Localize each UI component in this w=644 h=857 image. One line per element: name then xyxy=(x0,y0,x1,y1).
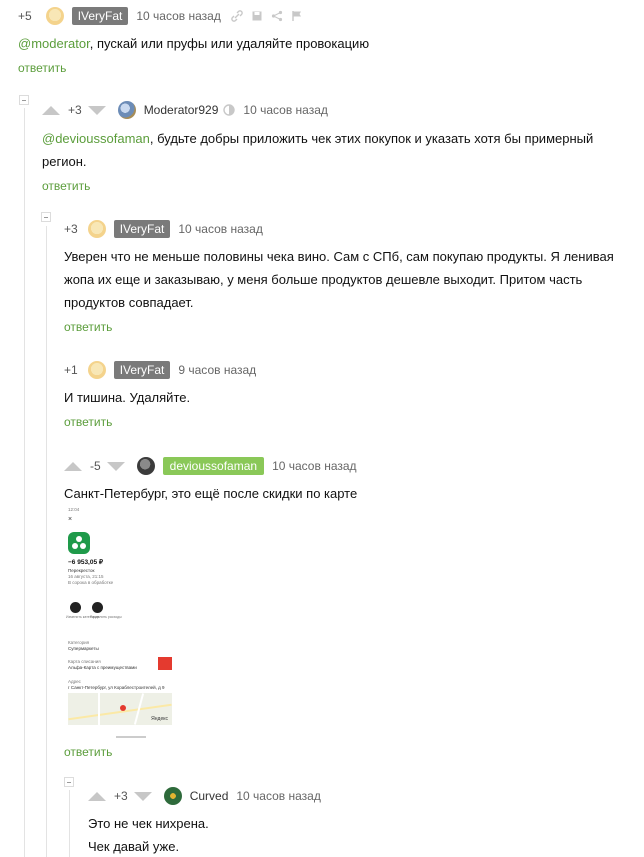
comment-time[interactable]: 9 часов назад xyxy=(178,363,256,377)
receipt-date: 16 августа, 21:15 xyxy=(68,574,104,579)
arrow-down-icon[interactable] xyxy=(106,461,125,471)
arrow-down-icon[interactable] xyxy=(133,791,152,801)
comment-rating: +3 xyxy=(114,789,128,803)
comment-author[interactable]: IVeryFat xyxy=(71,7,129,25)
reply-link[interactable]: ответить xyxy=(64,415,112,429)
user-avatar[interactable] xyxy=(136,457,155,475)
comment-text: Санкт-Петербург, это ещё после скидки по… xyxy=(64,486,358,501)
comment-header: -5 devioussofaman 10 часов назад xyxy=(64,454,357,478)
arrow-up-icon[interactable] xyxy=(42,105,60,115)
comment-rating: +3 xyxy=(64,222,78,236)
save-icon[interactable] xyxy=(251,10,263,22)
arrow-up-icon[interactable] xyxy=(88,791,106,801)
map-image: Яндекс xyxy=(68,693,172,725)
reply-link[interactable]: ответить xyxy=(64,320,112,334)
reply-link[interactable]: ответить xyxy=(64,745,112,759)
receipt-merchant: Перекресток xyxy=(68,568,95,573)
comment-time[interactable]: 10 часов назад xyxy=(272,459,356,473)
collapse-button[interactable] xyxy=(41,212,51,222)
comment-rating: +5 xyxy=(18,9,32,23)
comment-text: Уверен что не меньше половины чека вино.… xyxy=(64,249,614,310)
arrow-up-icon[interactable] xyxy=(64,461,82,471)
comment-text: И тишина. Удаляйте. xyxy=(64,390,191,405)
split-icon xyxy=(92,602,103,613)
thread-line-1 xyxy=(24,108,25,857)
comment-header: +5 IVeryFat 10 часов назад xyxy=(18,4,303,28)
receipt-amount: −6 953,05 ₽ xyxy=(68,559,104,566)
comment-time[interactable]: 10 часов назад xyxy=(236,789,320,803)
share-icon[interactable] xyxy=(271,10,283,22)
comment-rating: -5 xyxy=(90,459,101,473)
user-mention[interactable]: @devioussofaman xyxy=(42,131,150,146)
status-time: 12:04 xyxy=(68,507,80,512)
thread-line-2 xyxy=(46,226,47,857)
comment-text: Это не чек нихрена. Чек давай уже. xyxy=(88,816,209,854)
comment-header: +1 IVeryFat 9 часов назад xyxy=(64,358,256,382)
link-icon[interactable] xyxy=(231,10,243,22)
comment-rating: +3 xyxy=(68,103,82,117)
user-avatar[interactable] xyxy=(45,7,64,25)
comment-author[interactable]: IVeryFat xyxy=(113,220,171,238)
user-avatar[interactable] xyxy=(87,361,106,379)
user-mention[interactable]: @moderator xyxy=(18,36,90,51)
comment-author[interactable]: IVeryFat xyxy=(113,361,171,379)
thread-line-3 xyxy=(69,790,70,857)
moderator-badge-icon xyxy=(223,104,236,116)
comment-time[interactable]: 10 часов назад xyxy=(136,9,220,23)
comment-rating: +1 xyxy=(64,363,78,377)
collapse-button[interactable] xyxy=(64,777,74,787)
receipt-image[interactable]: 12:04 × −6 953,05 ₽ Перекресток 16 авгус… xyxy=(64,507,180,739)
edit-icon xyxy=(70,602,81,613)
comment-time[interactable]: 10 часов назад xyxy=(243,103,327,117)
comment-author[interactable]: Moderator929 xyxy=(144,103,219,117)
close-icon: × xyxy=(68,516,73,523)
flag-icon[interactable] xyxy=(291,10,303,22)
card-image xyxy=(158,657,172,670)
comment-author[interactable]: devioussofaman xyxy=(162,457,265,475)
user-avatar[interactable] xyxy=(163,787,182,805)
comment-header: +3 IVeryFat 10 часов назад xyxy=(64,217,263,241)
user-avatar[interactable] xyxy=(117,101,136,119)
reply-link[interactable]: ответить xyxy=(18,61,66,75)
reply-link[interactable]: ответить xyxy=(42,179,90,193)
comment-text: @moderator, пускай или пруфы или удаляйт… xyxy=(18,36,370,51)
comment-time[interactable]: 10 часов назад xyxy=(178,222,262,236)
bank-logo xyxy=(68,532,90,554)
comment-header: +3 Curved 10 часов назад xyxy=(88,784,321,808)
arrow-down-icon[interactable] xyxy=(87,105,106,115)
comment-author[interactable]: Curved xyxy=(190,789,229,803)
comment-text: @devioussofaman, будьте добры приложить … xyxy=(42,131,594,169)
user-avatar[interactable] xyxy=(87,220,106,238)
comment-header: +3 Moderator929 10 часов назад xyxy=(42,98,328,122)
receipt-note: В сорока в обработке xyxy=(68,580,114,585)
collapse-button[interactable] xyxy=(19,95,29,105)
